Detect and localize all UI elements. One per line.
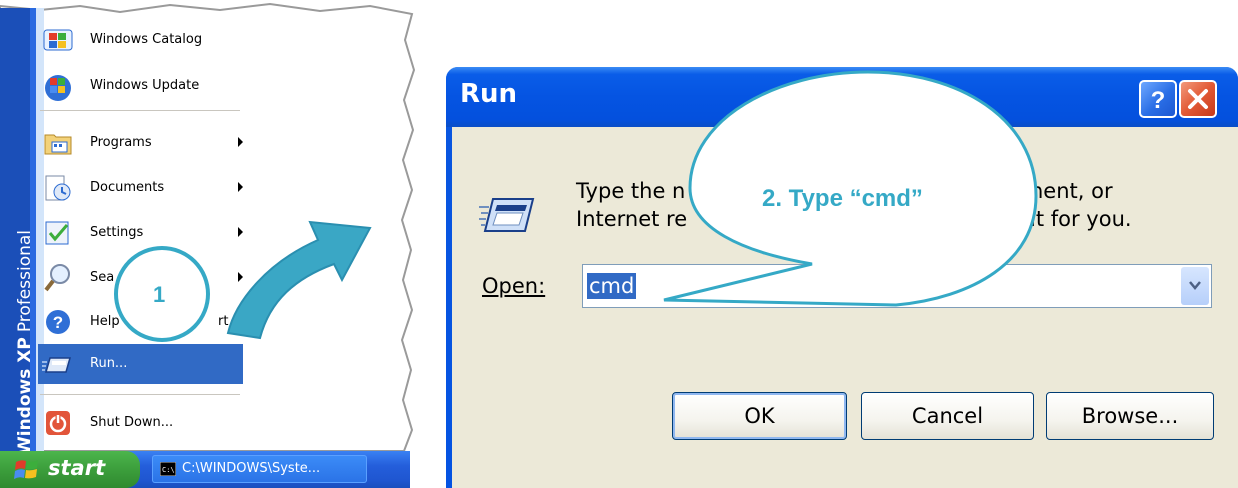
- run-dialog: Run ? Type the n nent, or Internet re it f…: [446, 67, 1238, 488]
- run-dialog-description: Type the n nent, or Internet re it for you…: [576, 177, 1132, 233]
- windows-catalog-icon: [43, 29, 73, 51]
- submenu-arrow-icon: [238, 272, 243, 282]
- menu-item-label: Documents: [90, 180, 165, 195]
- menu-item-label: Programs: [90, 135, 152, 150]
- svg-text:?: ?: [1151, 87, 1166, 114]
- menu-item-label: Sea: [90, 270, 115, 285]
- menu-item-programs[interactable]: Programs: [38, 123, 243, 163]
- menu-item-label-tail: rt: [218, 314, 229, 329]
- run-dialog-title: Run: [460, 79, 518, 109]
- search-icon: [44, 264, 70, 292]
- ok-button[interactable]: OK: [672, 392, 847, 440]
- sidebar-brand-text: Windows XP: [15, 337, 35, 455]
- menu-separator: [40, 394, 240, 395]
- description-line2-start: Internet re: [576, 207, 688, 231]
- description-line2-end: it for you.: [1030, 207, 1132, 231]
- menu-item-label: Windows Update: [90, 78, 200, 93]
- close-button[interactable]: [1179, 80, 1217, 118]
- svg-text:?: ?: [53, 313, 63, 332]
- menu-item-windows-update[interactable]: Windows Update: [38, 66, 243, 106]
- chevron-down-icon: [1189, 281, 1201, 290]
- windows-update-icon: [45, 75, 71, 101]
- menu-item-shut-down[interactable]: Shut Down...: [38, 403, 243, 443]
- sidebar-edition-label: Windows XP Professional: [12, 25, 38, 455]
- settings-icon: [45, 221, 69, 245]
- open-label: Open:: [482, 274, 545, 298]
- menu-item-label: Windows Catalog: [90, 32, 203, 47]
- run-dialog-titlebar[interactable]: Run ?: [446, 67, 1238, 127]
- menu-item-label: Help: [90, 314, 120, 329]
- start-button[interactable]: start: [0, 451, 140, 488]
- shutdown-icon: [46, 411, 70, 435]
- step2-callout-text: 2. Type “cmd”: [762, 185, 923, 212]
- step1-number: 1: [153, 282, 166, 307]
- start-label: start: [48, 456, 106, 480]
- description-line1-end: nent, or: [1030, 179, 1113, 203]
- submenu-arrow-icon: [238, 227, 243, 237]
- windows-logo-icon: [14, 460, 38, 479]
- run-program-icon: [479, 198, 535, 232]
- documents-icon: [45, 175, 71, 201]
- menu-item-label: Shut Down...: [90, 415, 174, 430]
- menu-item-label: Run...: [90, 356, 128, 371]
- cancel-button[interactable]: Cancel: [861, 392, 1034, 440]
- run-icon: [42, 357, 71, 373]
- menu-item-help-and-support[interactable]: ? Help rt: [38, 302, 243, 342]
- help-icon: ?: [46, 310, 70, 334]
- run-dialog-body: Type the n nent, or Internet re it for you…: [452, 127, 1238, 488]
- menu-item-run[interactable]: Run...: [38, 344, 243, 384]
- open-combobox[interactable]: cmd: [582, 264, 1212, 308]
- menu-item-documents[interactable]: Documents: [38, 168, 243, 208]
- sidebar-edition-text: Professional: [15, 229, 35, 333]
- start-menu: Windows XP Professional Windows Catalog W…: [0, 0, 430, 488]
- menu-item-settings[interactable]: Settings: [38, 213, 243, 253]
- browse-button[interactable]: Browse...: [1046, 392, 1214, 440]
- programs-icon: [44, 134, 72, 155]
- menu-item-label: Settings: [90, 225, 144, 240]
- open-input-value[interactable]: cmd: [587, 273, 637, 299]
- help-button[interactable]: ?: [1139, 80, 1177, 118]
- question-mark-icon: ?: [1151, 87, 1166, 114]
- menu-separator: [40, 110, 240, 111]
- menu-item-search[interactable]: Sea: [38, 258, 243, 298]
- description-line1-start: Type the n: [576, 179, 686, 203]
- open-label-text: Open:: [482, 274, 546, 298]
- svg-text:C:\: C:\: [162, 466, 175, 474]
- taskbar-button-label: C:\WINDOWS\Syste...: [182, 461, 321, 476]
- command-prompt-icon: C:\: [160, 462, 176, 476]
- close-icon: [1188, 89, 1208, 109]
- taskbar-cmd-window-button[interactable]: C:\ C:\WINDOWS\Syste...: [152, 455, 367, 483]
- submenu-arrow-icon: [238, 182, 243, 192]
- menu-item-windows-catalog[interactable]: Windows Catalog: [38, 20, 243, 60]
- submenu-arrow-icon: [238, 137, 243, 147]
- open-dropdown-button[interactable]: [1181, 267, 1209, 305]
